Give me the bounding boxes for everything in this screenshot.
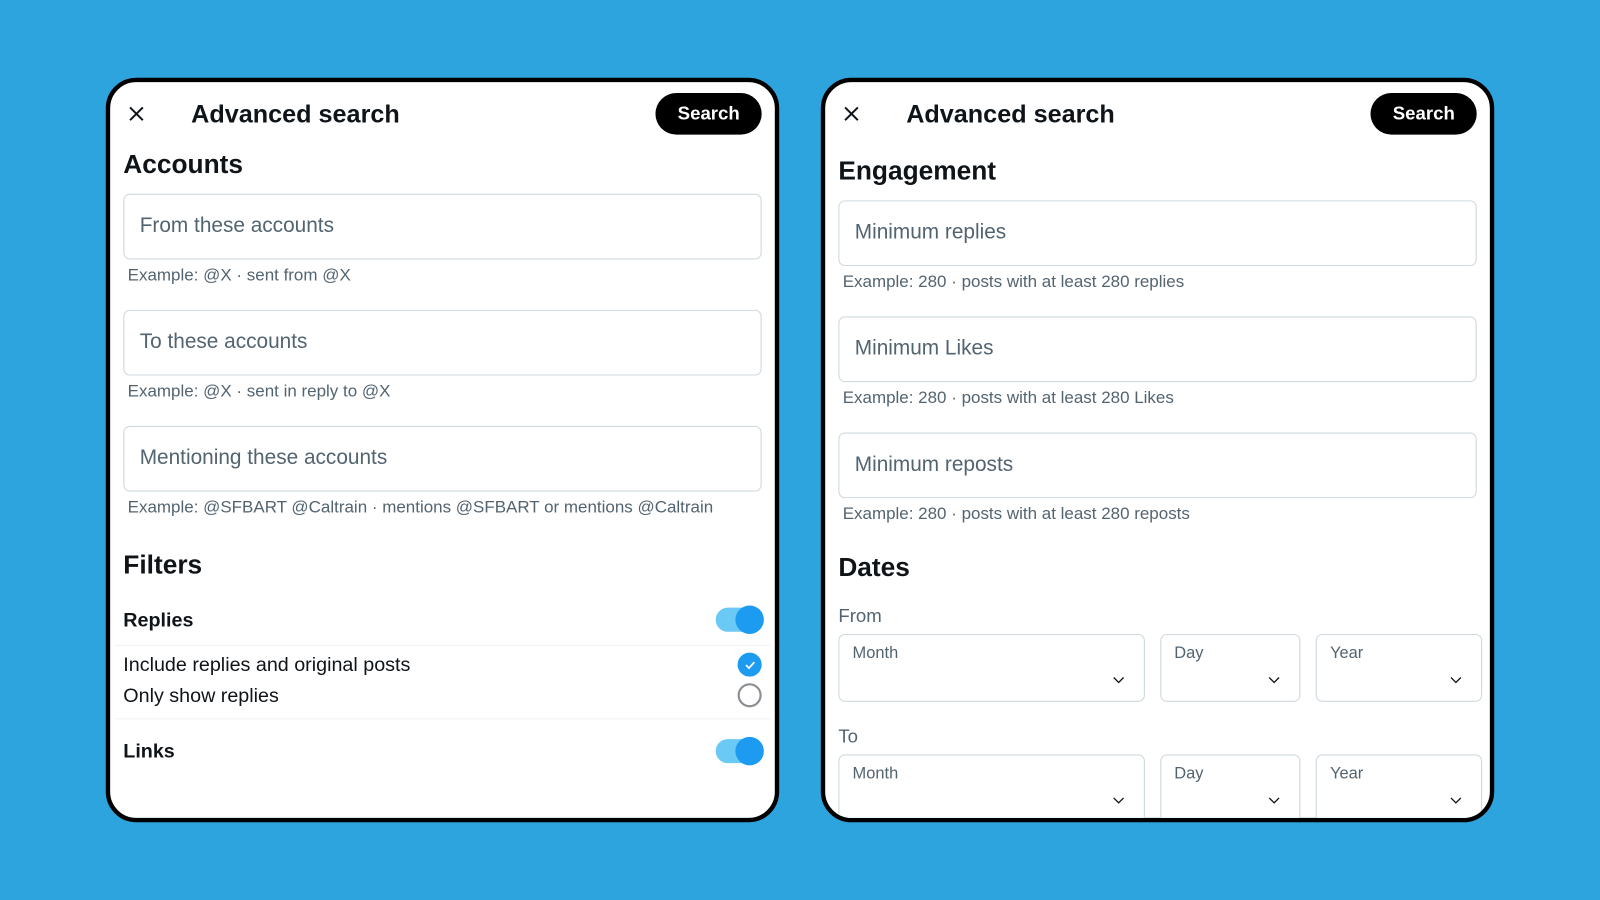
from-day-select[interactable]: Day [1160,634,1300,702]
advanced-search-panel-engagement: Advanced search Search Engagement Minimu… [821,78,1494,823]
search-button[interactable]: Search [656,93,762,135]
close-button[interactable] [836,99,867,130]
only-option-label: Only show replies [123,684,279,707]
to-month-select[interactable]: Month [838,754,1144,822]
advanced-search-panel-accounts: Advanced search Search Accounts From the… [106,78,779,823]
filter-row-links: Links [115,726,771,776]
replies-filter-label: Replies [123,608,193,631]
chevron-down-icon [1446,791,1466,811]
include-option-label: Include replies and original posts [123,653,410,676]
section-title-dates: Dates [830,549,1486,597]
min-replies-hint: Example: 280 · posts with at least 280 r… [838,266,1476,310]
close-icon [841,103,863,125]
chevron-down-icon [1446,670,1466,690]
date-from-label: From [830,597,1486,634]
min-reposts-hint: Example: 280 · posts with at least 280 r… [838,498,1476,542]
to-day-select[interactable]: Day [1160,754,1300,822]
close-button[interactable] [121,99,152,130]
page-title: Advanced search [906,99,1115,129]
to-accounts-hint: Example: @X · sent in reply to @X [123,376,761,420]
select-label: Year [1330,644,1363,663]
chevron-down-icon [1264,791,1284,811]
mentioning-accounts-input[interactable]: Mentioning these accounts [123,426,761,492]
radio-row-include[interactable]: Include replies and original posts [115,646,771,681]
select-label: Month [853,644,899,663]
close-icon [125,103,147,125]
from-month-select[interactable]: Month [838,634,1144,702]
replies-toggle[interactable] [716,608,762,632]
mentioning-accounts-hint: Example: @SFBART @Caltrain · mentions @S… [123,492,761,536]
chevron-down-icon [1109,791,1129,811]
section-title-engagement: Engagement [830,141,1486,200]
chevron-down-icon [1264,670,1284,690]
to-year-select[interactable]: Year [1316,754,1482,822]
links-filter-label: Links [123,740,174,763]
section-title-filters: Filters [115,542,771,595]
radio-row-only[interactable]: Only show replies [115,681,771,719]
filter-row-replies: Replies [115,595,771,646]
section-title-accounts: Accounts [115,141,771,194]
date-to-label: To [830,717,1486,754]
panel-header: Advanced search Search [825,82,1490,141]
from-accounts-input[interactable]: From these accounts [123,194,761,260]
page-title: Advanced search [191,99,400,129]
min-likes-hint: Example: 280 · posts with at least 280 L… [838,382,1476,426]
only-option-radio[interactable] [738,683,762,707]
search-button[interactable]: Search [1371,93,1477,135]
include-option-radio[interactable] [738,653,762,677]
min-replies-input[interactable]: Minimum replies [838,200,1476,266]
min-likes-input[interactable]: Minimum Likes [838,316,1476,382]
from-accounts-hint: Example: @X · sent from @X [123,259,761,303]
panel-header: Advanced search Search [110,82,775,141]
min-reposts-input[interactable]: Minimum reposts [838,432,1476,498]
from-year-select[interactable]: Year [1316,634,1482,702]
select-label: Year [1330,764,1363,783]
links-toggle[interactable] [716,739,762,763]
check-icon [743,658,757,672]
chevron-down-icon [1109,670,1129,690]
select-label: Day [1174,764,1203,783]
select-label: Month [853,764,899,783]
to-accounts-input[interactable]: To these accounts [123,310,761,376]
select-label: Day [1174,644,1203,663]
